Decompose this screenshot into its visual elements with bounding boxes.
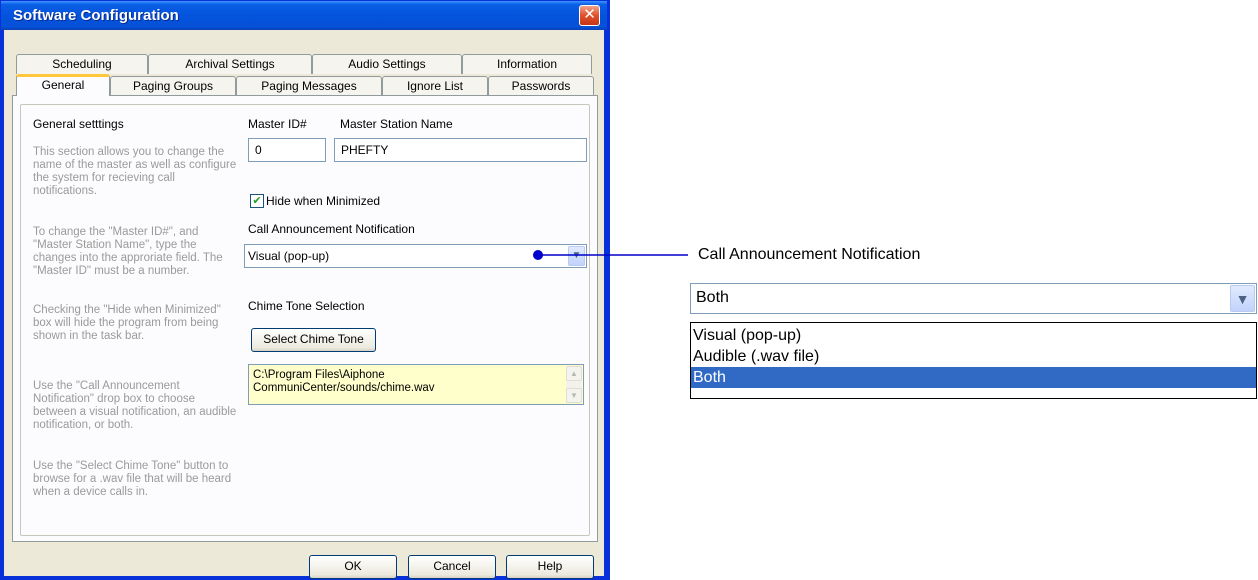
select-chime-tone-button[interactable]: Select Chime Tone <box>251 328 376 352</box>
option-audible[interactable]: Audible (.wav file) <box>691 346 1256 367</box>
chime-label: Chime Tone Selection <box>248 299 365 313</box>
zoom-dropdown-list: Visual (pop-up) Audible (.wav file) Both <box>690 322 1257 399</box>
chime-path-textarea[interactable]: C:\Program Files\Aiphone CommuniCenter/s… <box>248 364 584 405</box>
call-notification-label: Call Announcement Notification <box>248 222 415 236</box>
help-button[interactable]: Help <box>506 555 594 579</box>
tab-scheduling[interactable]: Scheduling <box>16 54 148 74</box>
callout-dot-icon <box>533 250 543 260</box>
tab-information[interactable]: Information <box>462 54 592 74</box>
scroll-up-icon[interactable]: ▲ <box>566 366 582 381</box>
help-text-chime-tone: Use the "Select Chime Tone" button to br… <box>33 460 232 498</box>
help-text-hide-minimized: Checking the "Hide when Minimized" box w… <box>33 304 221 342</box>
window-title: Software Configuration <box>13 7 179 24</box>
cancel-button[interactable]: Cancel <box>408 555 496 579</box>
callout-connector <box>533 250 688 260</box>
help-text-call-notification: Use the "Call Announcement Notification"… <box>33 380 237 431</box>
help-text-master-id: To change the "Master ID#", and "Master … <box>33 226 223 277</box>
tab-passwords[interactable]: Passwords <box>488 76 594 96</box>
title-bar[interactable]: Software Configuration ✕ <box>1 1 607 30</box>
tab-paging-messages[interactable]: Paging Messages <box>236 76 382 96</box>
zoom-call-notification-dropdown[interactable]: Both ▼ <box>690 283 1257 314</box>
master-id-label: Master ID# <box>248 117 307 131</box>
ok-button[interactable]: OK <box>309 555 397 579</box>
chime-path-text: C:\Program Files\Aiphone CommuniCenter/s… <box>253 369 435 394</box>
master-name-input[interactable]: PHEFTY <box>334 138 587 162</box>
chevron-down-icon[interactable]: ▼ <box>1230 285 1255 312</box>
hide-minimized-checkbox[interactable]: ✔ <box>250 194 264 208</box>
close-icon[interactable]: ✕ <box>579 5 600 26</box>
tab-paging-groups[interactable]: Paging Groups <box>110 76 236 96</box>
option-both[interactable]: Both <box>691 367 1256 388</box>
help-text-intro: This section allows you to change the na… <box>33 146 237 197</box>
tab-archival-settings[interactable]: Archival Settings <box>148 54 312 74</box>
zoom-selected-value: Both <box>696 289 729 306</box>
chime-path-scrollbar[interactable]: ▲ ▼ <box>566 366 582 403</box>
tab-general[interactable]: General <box>16 74 110 96</box>
scroll-down-icon[interactable]: ▼ <box>566 388 582 403</box>
zoom-call-notification-label: Call Announcement Notification <box>698 246 921 263</box>
master-id-input[interactable]: 0 <box>248 138 326 162</box>
hide-minimized-label: Hide when Minimized <box>266 194 381 208</box>
general-settings-heading: General setttings <box>33 117 124 131</box>
master-name-label: Master Station Name <box>340 117 453 131</box>
option-visual[interactable]: Visual (pop-up) <box>691 325 1256 346</box>
tab-ignore-list[interactable]: Ignore List <box>382 76 488 96</box>
tab-audio-settings[interactable]: Audio Settings <box>312 54 462 74</box>
call-notification-value: Visual (pop-up) <box>248 249 330 263</box>
